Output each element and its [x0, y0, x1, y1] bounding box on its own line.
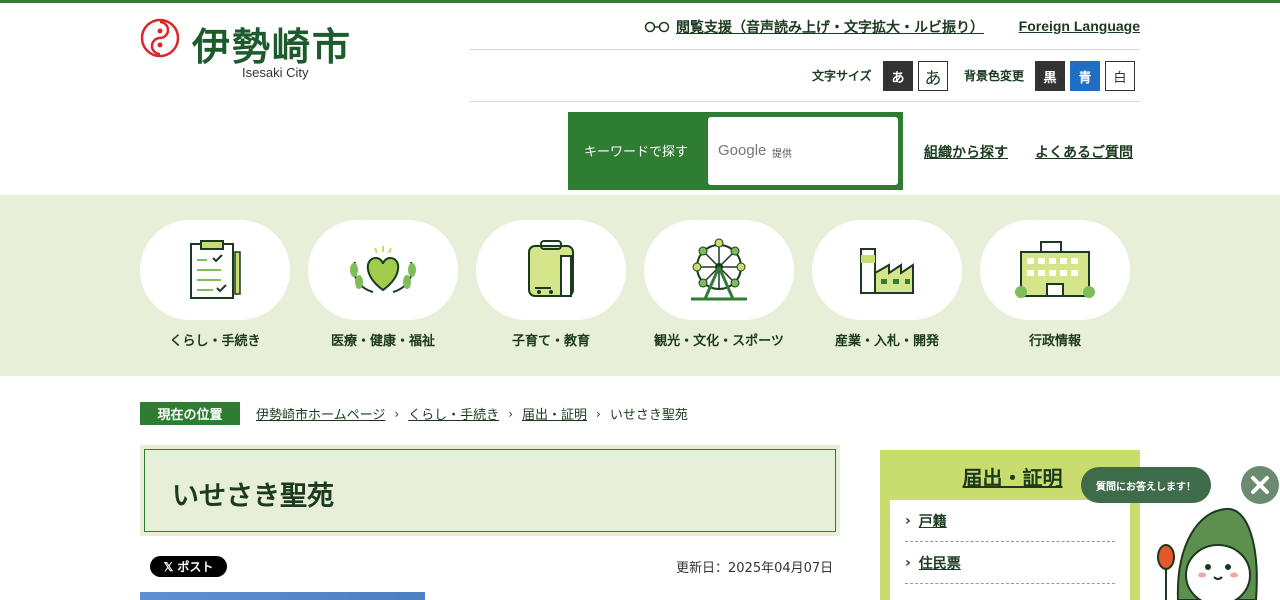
category-government[interactable]: 行政情報: [980, 220, 1130, 349]
breadcrumb-tag: 現在の位置: [140, 402, 240, 425]
category-education[interactable]: 子育て・教育: [476, 220, 626, 349]
google-brand: Google: [718, 142, 767, 159]
category-label: 医療・健康・福祉: [330, 334, 435, 349]
breadcrumb-living[interactable]: くらし・手続き: [408, 404, 499, 423]
assistant-bubble[interactable]: 質問にお答えします！: [1081, 467, 1211, 503]
font-size-large-button[interactable]: あ: [918, 61, 948, 91]
category-label: くらし・手続き: [169, 334, 261, 349]
side-nav-item-label: 戸籍: [918, 513, 947, 530]
side-nav-list: › 戸籍 › 住民票: [890, 500, 1130, 600]
chevron-right-icon: ›: [394, 406, 400, 421]
category-label: 行政情報: [1028, 334, 1081, 349]
post-button-label: ポスト: [177, 560, 214, 574]
org-search-link[interactable]: 組織から探す: [924, 142, 1008, 162]
google-brand-note: 提供: [772, 149, 792, 160]
backpack-icon: [528, 240, 574, 297]
site-name-en: Isesaki City: [242, 65, 309, 80]
side-nav-item[interactable]: › 戸籍: [905, 500, 1115, 542]
chevron-right-icon: ›: [596, 406, 601, 421]
close-button[interactable]: [1241, 466, 1279, 504]
city-hall-icon: [1015, 241, 1095, 298]
accessibility-link-label: 閲覧支援（音声読み上げ・文字拡大・ルビ振り）: [676, 20, 984, 36]
category-label: 観光・文化・スポーツ: [654, 334, 784, 349]
bg-blue-button[interactable]: 青: [1070, 61, 1100, 91]
clipboard-icon: [190, 240, 241, 299]
site-name: 伊勢崎市: [192, 25, 353, 69]
accessibility-link[interactable]: 閲覧支援（音声読み上げ・文字拡大・ルビ振り）: [644, 17, 984, 37]
ferris-wheel-icon: [691, 238, 747, 301]
mascot-icon[interactable]: [1148, 505, 1268, 600]
chevron-right-icon: ›: [508, 406, 513, 421]
heart-laurel-icon: [350, 246, 416, 293]
category-label: 子育て・教育: [511, 334, 590, 349]
utility-bar: 閲覧支援（音声読み上げ・文字拡大・ルビ振り） Foreign Language: [470, 14, 1140, 50]
glasses-icon: [644, 21, 670, 33]
page-title-box: いせさき聖苑: [140, 445, 840, 536]
category-health[interactable]: 医療・健康・福祉: [308, 220, 458, 349]
updated-date: 更新日：2025年04月07日: [676, 561, 834, 576]
top-accent-line: [0, 0, 1280, 3]
display-settings: 文字サイズ あ あ 背景色変更 黒 青 白: [470, 52, 1140, 102]
chevron-right-icon: ›: [905, 554, 911, 571]
category-label: 産業・入札・開発: [834, 334, 939, 349]
city-emblem-icon: [140, 18, 180, 58]
bg-color-label: 背景色変更: [964, 69, 1025, 83]
breadcrumb-notification[interactable]: 届出・証明: [522, 404, 587, 423]
category-tourism[interactable]: 観光・文化・スポーツ: [644, 220, 794, 349]
bg-white-button[interactable]: 白: [1105, 61, 1135, 91]
category-living[interactable]: くらし・手続き: [140, 220, 290, 349]
font-size-normal-button[interactable]: あ: [883, 61, 913, 91]
x-logo-icon: 𝕏: [163, 559, 174, 574]
site-logo[interactable]: 伊勢崎市 Isesaki City: [140, 18, 380, 84]
category-industry[interactable]: 産業・入札・開発: [812, 220, 962, 349]
category-nav: くらし・手続き 医療・健康・福祉 子育て・教育 観光・文化・スポーツ 産業・入札…: [0, 195, 1280, 376]
side-nav-item-label: 住民票: [918, 555, 961, 572]
bg-black-button[interactable]: 黒: [1035, 61, 1065, 91]
font-size-label: 文字サイズ: [812, 69, 872, 83]
breadcrumb-home[interactable]: 伊勢崎市ホームページ: [256, 404, 385, 423]
page-title: いせさき聖苑: [172, 481, 334, 512]
close-icon: [1251, 476, 1269, 494]
breadcrumb: 伊勢崎市ホームページ › くらし・手続き › 届出・証明 › いせさき聖苑: [256, 404, 688, 424]
faq-link[interactable]: よくあるご質問: [1035, 142, 1133, 162]
chevron-right-icon: ›: [905, 512, 911, 529]
x-post-button[interactable]: 𝕏 ポスト: [150, 556, 227, 577]
keyword-search: キーワードで探す Google 提供: [568, 112, 903, 190]
search-label: キーワードで探す: [584, 145, 689, 160]
factory-icon: [860, 248, 914, 294]
page-photo: [140, 592, 425, 600]
side-nav-item[interactable]: › 住民票: [905, 542, 1115, 584]
breadcrumb-current: いせさき聖苑: [609, 408, 688, 423]
foreign-language-link[interactable]: Foreign Language: [1019, 18, 1140, 34]
